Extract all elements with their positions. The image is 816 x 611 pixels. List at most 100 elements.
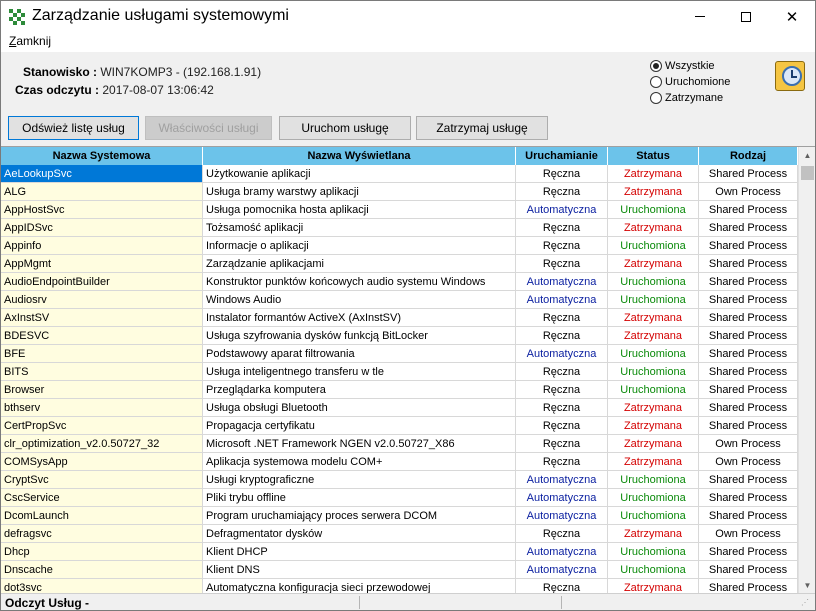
resize-grip-icon[interactable]: ⋰ bbox=[801, 598, 811, 608]
cell-startup: Automatyczna bbox=[516, 489, 608, 506]
table-row[interactable]: BFE Podstawowy aparat filtrowania Automaty… bbox=[1, 345, 798, 363]
cell-type: Own Process bbox=[699, 525, 798, 542]
scroll-down-icon[interactable]: ▼ bbox=[799, 577, 815, 593]
table-row[interactable]: AppHostSvc Usługa pomocnika hosta aplikac… bbox=[1, 201, 798, 219]
vertical-scrollbar[interactable]: ▲ ▼ bbox=[798, 147, 815, 593]
radio-stopped[interactable]: Zatrzymane bbox=[650, 90, 730, 106]
cell-type: Own Process bbox=[699, 453, 798, 470]
column-header-status[interactable]: Status bbox=[608, 147, 699, 165]
radio-stopped-label[interactable]: Zatrzymane bbox=[665, 92, 723, 104]
table-row[interactable]: dot3svc Automatyczna konfiguracja sieci p… bbox=[1, 579, 798, 593]
cell-system-name: CscService bbox=[1, 489, 203, 506]
scroll-up-icon[interactable]: ▲ bbox=[799, 147, 815, 164]
window-title: Zarządzanie usługami systemowymi bbox=[32, 7, 289, 24]
cell-system-name: BFE bbox=[1, 345, 203, 362]
cell-startup: Automatyczna bbox=[516, 291, 608, 308]
table-row[interactable]: bthserv Usługa obsługi Bluetooth Ręczna Zat… bbox=[1, 399, 798, 417]
cell-display-name: Konstruktor punktów końcowych audio syst… bbox=[203, 273, 516, 290]
stop-service-button[interactable]: Zatrzymaj usługę bbox=[416, 116, 548, 140]
cell-startup: Ręczna bbox=[516, 237, 608, 254]
table-row[interactable]: AeLookupSvc Użytkowanie aplikacji Ręczna Za… bbox=[1, 165, 798, 183]
table-row[interactable]: Audiosrv Windows Audio Automatyczna Uruchom… bbox=[1, 291, 798, 309]
cell-startup: Automatyczna bbox=[516, 507, 608, 524]
table-row[interactable]: CertPropSvc Propagacja certyfikatu Ręczna Z… bbox=[1, 417, 798, 435]
cell-type: Shared Process bbox=[699, 327, 798, 344]
cell-status: Uruchomiona bbox=[608, 543, 699, 560]
close-button[interactable]: ✕ bbox=[769, 1, 815, 32]
table-row[interactable]: Dhcp Klient DHCP Automatyczna Uruchomiona Sh… bbox=[1, 543, 798, 561]
cell-status: Zatrzymana bbox=[608, 579, 699, 593]
cell-display-name: Usługi kryptograficzne bbox=[203, 471, 516, 488]
table-row[interactable]: DcomLaunch Program uruchamiający proces s… bbox=[1, 507, 798, 525]
table-row[interactable]: AppMgmt Zarządzanie aplikacjami Ręczna Zatr… bbox=[1, 255, 798, 273]
table-row[interactable]: BITS Usługa inteligentnego transferu w tl… bbox=[1, 363, 798, 381]
properties-button[interactable]: Właściwości usługi bbox=[145, 116, 272, 140]
services-window: Zarządzanie usługami systemowymi ✕ Zamkn… bbox=[0, 0, 816, 611]
cell-display-name: Pliki trybu offline bbox=[203, 489, 516, 506]
column-header-system-name[interactable]: Nazwa Systemowa bbox=[1, 147, 203, 165]
cell-startup: Ręczna bbox=[516, 165, 608, 182]
table-row[interactable]: Browser Przeglądarka komputera Ręczna Uruch… bbox=[1, 381, 798, 399]
cell-status: Uruchomiona bbox=[608, 381, 699, 398]
start-service-button[interactable]: Uruchom usługę bbox=[279, 116, 411, 140]
cell-type: Shared Process bbox=[699, 165, 798, 182]
scroll-thumb[interactable] bbox=[801, 166, 814, 180]
cell-system-name: ALG bbox=[1, 183, 203, 200]
table-row[interactable]: AppIDSvc Tożsamość aplikacji Ręczna Zatrzym… bbox=[1, 219, 798, 237]
cell-status: Uruchomiona bbox=[608, 237, 699, 254]
cell-startup: Ręczna bbox=[516, 399, 608, 416]
title-bar[interactable]: Zarządzanie usługami systemowymi ✕ bbox=[1, 1, 815, 32]
cell-type: Shared Process bbox=[699, 507, 798, 524]
cell-system-name: Dhcp bbox=[1, 543, 203, 560]
column-header-startup[interactable]: Uruchamianie bbox=[516, 147, 608, 165]
radio-all-label[interactable]: Wszystkie bbox=[665, 60, 715, 72]
menu-item-close[interactable]: Zamknij bbox=[9, 34, 51, 48]
radio-all[interactable]: Wszystkie bbox=[650, 58, 730, 74]
clock-icon[interactable] bbox=[775, 61, 805, 91]
cell-startup: Automatyczna bbox=[516, 273, 608, 290]
table-row[interactable]: Appinfo Informacje o aplikacji Ręczna Uruch… bbox=[1, 237, 798, 255]
radio-running[interactable]: Uruchomione bbox=[650, 74, 730, 90]
radio-all-dot[interactable] bbox=[650, 60, 662, 72]
cell-system-name: dot3svc bbox=[1, 579, 203, 593]
table-row[interactable]: COMSysApp Aplikacja systemowa modelu COM+… bbox=[1, 453, 798, 471]
cell-status: Zatrzymana bbox=[608, 399, 699, 416]
cell-system-name: AeLookupSvc bbox=[1, 165, 203, 182]
table-row[interactable]: clr_optimization_v2.0.50727_32 Microsoft … bbox=[1, 435, 798, 453]
cell-status: Zatrzymana bbox=[608, 219, 699, 236]
cell-startup: Ręczna bbox=[516, 381, 608, 398]
cell-startup: Ręczna bbox=[516, 309, 608, 326]
column-header-display-name[interactable]: Nazwa Wyświetlana bbox=[203, 147, 516, 165]
radio-running-label[interactable]: Uruchomione bbox=[665, 76, 730, 88]
table-row[interactable]: Dnscache Klient DNS Automatyczna Uruchomion… bbox=[1, 561, 798, 579]
table-row[interactable]: defragsvc Defragmentator dysków Ręczna Zatr… bbox=[1, 525, 798, 543]
cell-startup: Ręczna bbox=[516, 435, 608, 452]
table-row[interactable]: CryptSvc Usługi kryptograficzne Automatycz… bbox=[1, 471, 798, 489]
cell-display-name: Propagacja certyfikatu bbox=[203, 417, 516, 434]
cell-type: Shared Process bbox=[699, 255, 798, 272]
table-row[interactable]: CscService Pliki trybu offline Automatyczn… bbox=[1, 489, 798, 507]
table-header: Nazwa Systemowa Nazwa Wyświetlana Urucha… bbox=[1, 147, 798, 165]
refresh-button[interactable]: Odśwież listę usług bbox=[8, 116, 139, 140]
cell-type: Shared Process bbox=[699, 291, 798, 308]
cell-type: Shared Process bbox=[699, 363, 798, 380]
maximize-button[interactable] bbox=[723, 1, 769, 32]
cell-status: Uruchomiona bbox=[608, 561, 699, 578]
minimize-button[interactable] bbox=[677, 1, 723, 32]
cell-status: Zatrzymana bbox=[608, 453, 699, 470]
table-row[interactable]: AudioEndpointBuilder Konstruktor punktów … bbox=[1, 273, 798, 291]
table-row[interactable]: BDESVC Usługa szyfrowania dysków funkcją … bbox=[1, 327, 798, 345]
cell-startup: Ręczna bbox=[516, 525, 608, 542]
radio-stopped-dot[interactable] bbox=[650, 92, 662, 104]
table-row[interactable]: AxInstSV Instalator formantów ActiveX (Ax… bbox=[1, 309, 798, 327]
column-header-type[interactable]: Rodzaj bbox=[699, 147, 798, 165]
read-time-label: Czas odczytu : bbox=[15, 83, 100, 97]
cell-startup: Automatyczna bbox=[516, 201, 608, 218]
cell-system-name: Audiosrv bbox=[1, 291, 203, 308]
cell-startup: Automatyczna bbox=[516, 543, 608, 560]
cell-display-name: Usługa obsługi Bluetooth bbox=[203, 399, 516, 416]
table-row[interactable]: ALG Usługa bramy warstwy aplikacji Ręczna Z… bbox=[1, 183, 798, 201]
cell-type: Shared Process bbox=[699, 543, 798, 560]
cell-startup: Ręczna bbox=[516, 255, 608, 272]
radio-running-dot[interactable] bbox=[650, 76, 662, 88]
